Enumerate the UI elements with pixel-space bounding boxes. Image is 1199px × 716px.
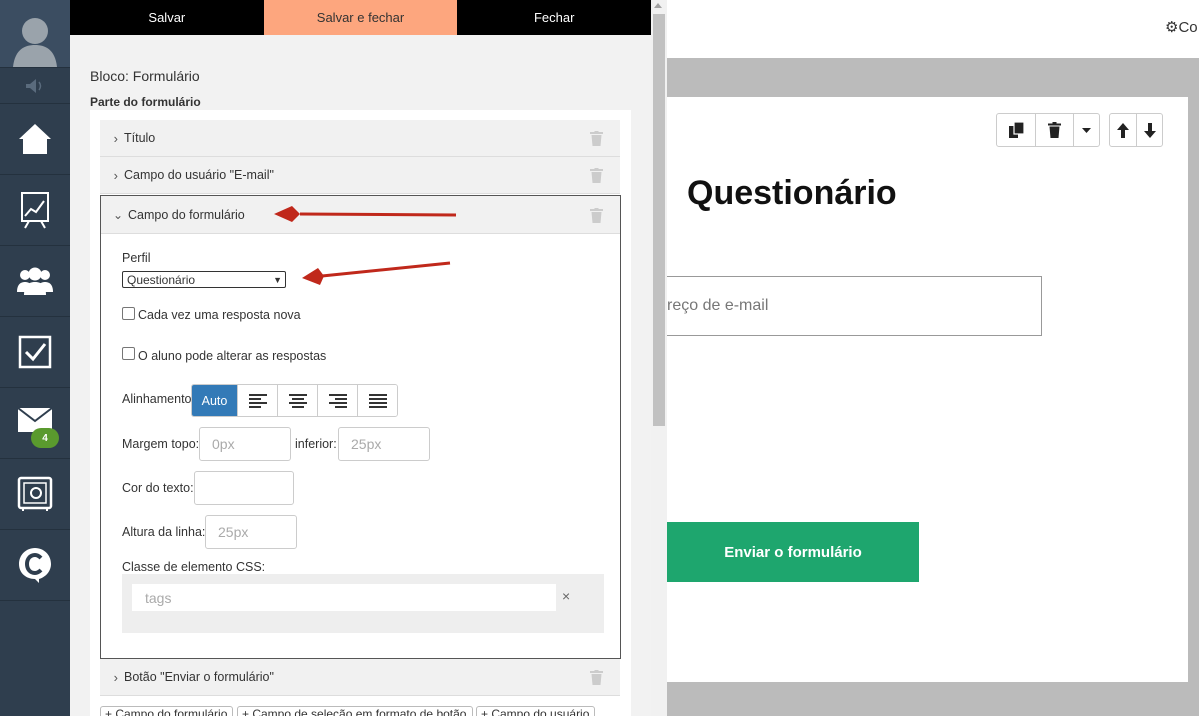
nav-item-tasks[interactable] [0,317,70,388]
text-color-input[interactable] [194,471,294,505]
clear-tags-icon[interactable]: × [562,588,570,604]
save-button[interactable]: Salvar [70,0,264,35]
left-navigation: 4 [0,0,70,716]
line-height-label: Altura da linha: [122,525,206,539]
nav-item-messages[interactable]: 4 [0,388,70,459]
home-icon [19,124,51,154]
part-title: Parte do formulário [90,95,201,109]
part-row-title[interactable]: › Título [100,120,620,157]
users-group-icon [17,267,53,295]
align-center-icon [288,393,307,408]
chevron-down-icon: ▼ [273,274,282,285]
sound-toggle[interactable] [0,68,70,104]
chevron-down-icon: ⌄ [112,207,123,222]
block-tools-group [996,113,1100,147]
preview-heading: Questionário [687,174,897,212]
align-justify-button[interactable] [357,385,397,416]
safe-icon [17,476,53,511]
new-answer-label: Cada vez uma resposta nova [138,308,301,322]
part-row-submit-button[interactable]: › Botão "Enviar o formulário" [100,659,620,696]
move-down-button[interactable] [1136,114,1162,146]
nav-item-brand[interactable] [0,530,70,601]
alignment-label: Alinhamento [122,392,192,406]
part-row-form-field-expanded: ⌄ Campo do formulário Perfil Questionári… [100,195,621,659]
checkbox-icon [18,335,52,369]
unread-badge: 4 [31,428,59,448]
caret-down-icon [1082,127,1091,133]
trash-icon[interactable] [590,131,603,149]
align-left-button[interactable] [237,385,277,416]
add-form-field-button[interactable]: + Campo do formulário [100,706,233,716]
gear-icon: ⚙ [1165,19,1179,36]
add-button-select-field-button[interactable]: + Campo de seleção em formato de botão [237,706,473,716]
new-answer-checkbox[interactable] [122,307,135,320]
settings-link-text: Co [1178,19,1198,36]
save-and-close-button[interactable]: Salvar e fechar [263,0,458,35]
align-right-icon [328,393,347,408]
trash-icon[interactable] [590,168,603,186]
alignment-button-group: Auto [191,384,398,417]
profile-select[interactable]: Questionário ▼ [122,271,286,288]
part-row-label: Campo do formulário [128,207,245,222]
preview-email-input[interactable]: reço de e-mail [667,276,1042,336]
trash-icon[interactable] [590,208,603,226]
can-change-label: O aluno pode alterar as respostas [138,349,327,363]
move-tools-group [1109,113,1163,147]
margin-bottom-label: inferior: [295,437,337,451]
add-user-field-button[interactable]: + Campo do usuário [476,706,595,716]
nav-item-users[interactable] [0,246,70,317]
css-class-tags-box: tags × [122,574,604,633]
css-class-label: Classe de elemento CSS: [122,560,266,574]
editor-toolbar: Salvar Salvar e fechar Fechar [70,0,651,35]
chart-board-icon [21,192,49,229]
preview-header: ⚙Co [667,0,1199,58]
more-options-dropdown[interactable] [1073,114,1099,146]
align-justify-icon [368,393,387,408]
arrow-up-icon [1117,122,1129,138]
part-row-header[interactable]: ⌄ Campo do formulário [101,196,620,234]
preview-submit-button[interactable]: Enviar o formulário [667,522,919,582]
profile-select-value: Questionário [127,272,196,287]
avatar[interactable] [0,0,70,68]
speaker-icon [26,78,42,93]
brand-c-icon [19,548,51,583]
nav-item-safe[interactable] [0,459,70,530]
text-color-label: Cor do texto: [122,481,194,495]
settings-link[interactable]: ⚙Co [1165,18,1198,36]
align-auto-button[interactable]: Auto [192,385,237,416]
nav-item-reports[interactable] [0,175,70,246]
scrollbar-thumb[interactable] [653,14,665,426]
block-editor-panel: Salvar Salvar e fechar Fechar Bloco: For… [70,0,651,716]
margin-bottom-input[interactable]: 25px [338,427,430,461]
part-row-email-field[interactable]: › Campo do usuário "E-mail" [100,157,620,194]
delete-block-button[interactable] [1035,114,1073,146]
chevron-right-icon: › [113,130,118,146]
can-change-checkbox[interactable] [122,347,135,360]
align-left-icon [248,393,267,408]
part-row-label: Botão "Enviar o formulário" [124,670,274,684]
part-row-label: Título [124,131,156,145]
chevron-right-icon: › [113,669,118,685]
margin-top-input[interactable]: 0px [199,427,291,461]
move-up-button[interactable] [1110,114,1136,146]
trash-icon [1048,122,1061,138]
part-row-label: Campo do usuário "E-mail" [124,168,274,182]
user-avatar-icon [13,18,57,67]
chevron-right-icon: › [113,167,118,183]
profile-label: Perfil [122,251,151,265]
copy-icon [1008,122,1024,138]
align-center-button[interactable] [277,385,317,416]
line-height-input[interactable]: 25px [205,515,297,549]
arrow-down-icon [1143,122,1156,138]
tags-input[interactable]: tags [132,584,556,611]
align-right-button[interactable] [317,385,357,416]
block-title: Bloco: Formulário [90,68,200,84]
close-button[interactable]: Fechar [457,0,651,35]
nav-item-home[interactable] [0,104,70,175]
copy-block-button[interactable] [997,114,1035,146]
margin-top-label: Margem topo: [122,437,200,451]
editor-scrollbar[interactable] [651,0,667,716]
scroll-up-arrow-icon[interactable] [654,3,662,8]
trash-icon[interactable] [590,670,603,688]
